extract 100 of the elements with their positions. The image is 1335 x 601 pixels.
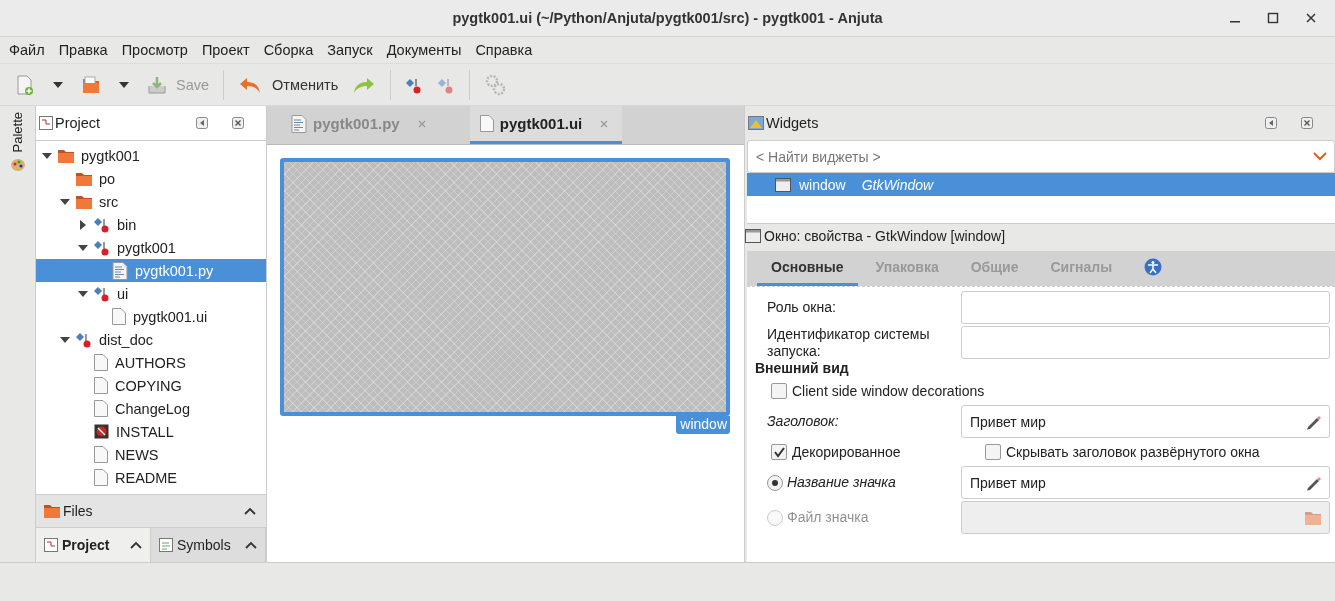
palette-tab[interactable]: Palette <box>10 112 25 153</box>
expander-icon[interactable] <box>42 150 52 161</box>
tree-item[interactable]: NEWS <box>36 443 266 466</box>
close-icon[interactable] <box>1305 12 1317 24</box>
maximize-icon[interactable] <box>1267 12 1279 24</box>
folder-icon <box>76 171 92 186</box>
undo-arrow-icon <box>238 75 263 94</box>
checkbox[interactable] <box>985 444 1001 460</box>
code-file-icon <box>291 114 307 133</box>
target-icon <box>94 239 110 256</box>
dock-icon[interactable] <box>196 117 208 129</box>
code-file-icon <box>112 261 128 280</box>
target-icon <box>76 331 92 348</box>
properties-title: Окно: свойства - GtkWindow [window] <box>764 228 1006 244</box>
project-icon <box>39 116 53 130</box>
checkbox[interactable] <box>771 444 787 460</box>
close-icon[interactable] <box>1301 117 1313 129</box>
field-label: Идентификатор системы запуска: <box>767 326 931 359</box>
expander-icon[interactable] <box>78 219 88 230</box>
folder-icon <box>44 504 60 518</box>
search-field[interactable]: < Найти виджеты > <box>747 140 1335 173</box>
panel-tab[interactable]: Project <box>36 528 151 562</box>
symbols-icon <box>159 538 173 552</box>
target-icon <box>94 285 110 302</box>
file-icon <box>94 377 108 394</box>
radio-button[interactable] <box>767 474 783 491</box>
folder-icon[interactable] <box>82 75 100 94</box>
folder-icon <box>76 194 92 209</box>
files-panel-bar[interactable]: Files <box>36 494 266 528</box>
tree-item[interactable]: pygtk001 <box>36 236 266 259</box>
checkbox-label: Декорированное <box>792 444 901 460</box>
tree-item[interactable]: ChangeLog <box>36 397 266 420</box>
pencil-icon[interactable] <box>1305 474 1321 491</box>
text-field[interactable] <box>961 291 1330 324</box>
tree-item[interactable]: INSTALL <box>36 420 266 443</box>
menu-item[interactable]: Справка <box>468 42 540 58</box>
download-tray-icon <box>148 75 166 94</box>
widget-label: window <box>676 416 730 434</box>
file-icon <box>94 446 108 463</box>
panel-title: Widgets <box>766 115 820 131</box>
menu-item[interactable]: Проект <box>194 42 257 58</box>
expander-icon[interactable] <box>78 242 88 253</box>
menu-item[interactable]: Сборка <box>256 42 321 58</box>
folder-icon <box>58 148 74 163</box>
dock-icon[interactable] <box>1265 117 1277 129</box>
file-icon <box>479 115 494 132</box>
window-title: pygtk001.ui (~/Python/Anjuta/pygtk001/src) - pygtk001 - Anjuta <box>452 10 883 26</box>
close-icon[interactable] <box>232 117 244 129</box>
menu-item[interactable]: Правка <box>51 42 115 58</box>
undo-button[interactable]: Отменить <box>238 75 339 94</box>
error-file-icon <box>94 424 109 439</box>
checkbox[interactable] <box>771 383 787 399</box>
target-icon <box>94 216 110 233</box>
dropdown-arrow-icon[interactable] <box>52 80 64 89</box>
field-label: Файл значка <box>787 509 869 526</box>
expander-icon[interactable] <box>60 196 70 207</box>
expander-icon[interactable] <box>60 334 70 345</box>
chevron-down-icon[interactable] <box>1313 152 1327 161</box>
widgets-icon <box>748 116 764 130</box>
menu-item[interactable]: Документы <box>379 42 469 58</box>
menu-item[interactable]: Запуск <box>320 42 380 58</box>
accessibility-icon <box>1144 258 1163 276</box>
text-field[interactable]: Привет мир <box>961 405 1330 438</box>
tree-item[interactable]: README <box>36 466 266 489</box>
palette-icon <box>9 156 26 173</box>
tree-item[interactable]: po <box>36 167 266 190</box>
pencil-icon[interactable] <box>1305 413 1321 430</box>
tree-item[interactable]: pygtk001 <box>36 144 266 167</box>
field-label: Название значка <box>787 474 896 491</box>
window-icon <box>745 229 761 243</box>
menu-item[interactable]: Файл <box>2 42 52 58</box>
tree-item[interactable]: src <box>36 190 266 213</box>
tree-item[interactable]: pygtk001.ui <box>36 305 266 328</box>
tree-item[interactable]: dist_doc <box>36 328 266 351</box>
checkbox-label: Скрывать заголовок развёрнутого окна <box>1006 444 1260 460</box>
chevron-up-icon[interactable] <box>245 541 257 549</box>
checkbox-label: Client side window decorations <box>792 383 985 399</box>
window-icon <box>775 177 791 192</box>
panel-tab[interactable]: Symbols <box>151 528 266 562</box>
chevron-up-icon[interactable] <box>130 541 142 549</box>
dropdown-arrow-icon[interactable] <box>118 80 130 89</box>
chevron-up-icon[interactable] <box>244 507 256 515</box>
text-field[interactable] <box>961 326 1330 359</box>
tree-item[interactable]: COPYING <box>36 374 266 397</box>
file-icon <box>94 469 108 486</box>
field-label: Заголовок: <box>767 413 839 430</box>
tree-item[interactable]: ui <box>36 282 266 305</box>
text-field[interactable] <box>961 501 1330 534</box>
field-label: Роль окна: <box>767 299 836 316</box>
tree-item[interactable]: AUTHORS <box>36 351 266 374</box>
panel-title: Project <box>55 115 102 131</box>
text-field[interactable]: Привет мир <box>961 466 1330 499</box>
menu-item[interactable]: Просмотр <box>114 42 195 58</box>
file-icon <box>94 400 108 417</box>
editor-tab[interactable]: pygtk001.ui <box>469 106 623 144</box>
expander-icon[interactable] <box>78 288 88 299</box>
panel-title: Files <box>63 503 94 519</box>
project-icon <box>44 538 58 552</box>
tree-item[interactable]: bin <box>36 213 266 236</box>
file-icon <box>94 354 108 371</box>
